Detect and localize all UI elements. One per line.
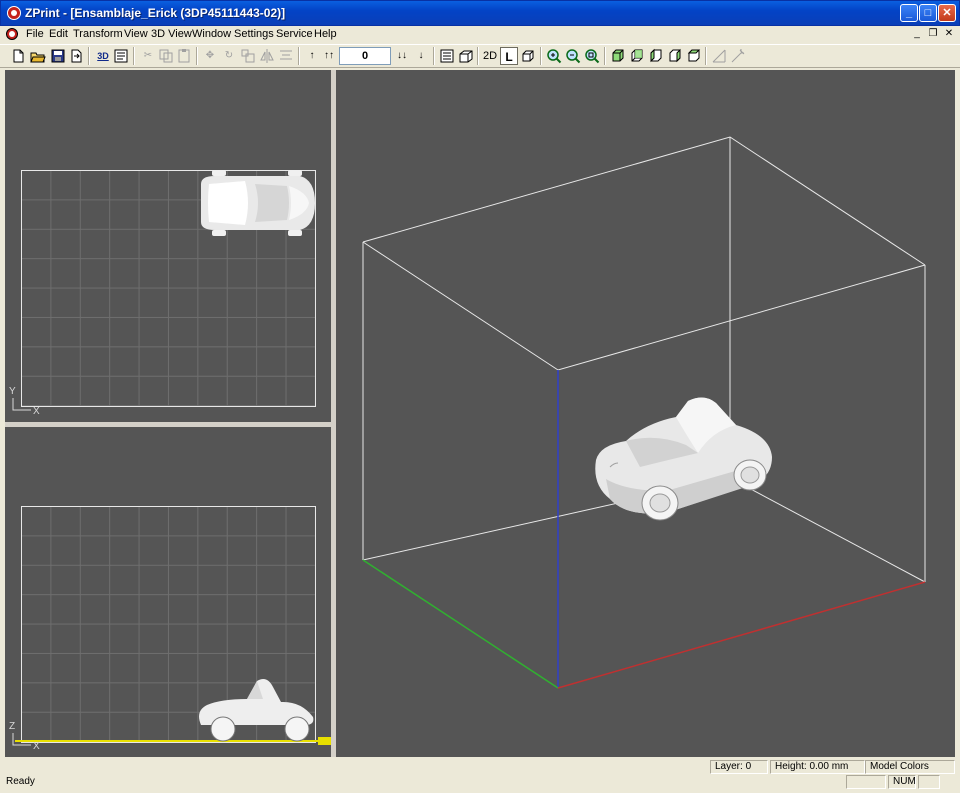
wand-icon[interactable] (729, 47, 747, 65)
copy-icon[interactable] (157, 47, 175, 65)
status-height: Height: 0.00 mm (770, 760, 865, 774)
mdi-close-button[interactable]: ✕ (942, 28, 956, 40)
view-right-icon[interactable] (666, 47, 684, 65)
toolbar-separator (477, 47, 479, 65)
status-scrl-slot (918, 775, 940, 789)
front-view-panel[interactable]: Z X (5, 427, 331, 757)
axis-label-x-top: X (33, 406, 40, 417)
zoom-in-icon[interactable] (545, 47, 563, 65)
menu-window[interactable]: Window (192, 28, 231, 40)
zoom-out-icon[interactable] (564, 47, 582, 65)
status-caps-slot (846, 775, 886, 789)
minimize-button[interactable]: _ (900, 4, 918, 22)
zprint-app-icon[interactable] (7, 6, 21, 20)
document-icon[interactable] (6, 28, 18, 40)
axis-y-line (362, 559, 559, 689)
toolbar: 3D ✂ ✥ ↻ ↑ ↑↑ 0 ↓↓ ↓ 2D L (0, 44, 960, 68)
toolbar-separator (705, 47, 707, 65)
top-view-panel[interactable]: Y X (5, 70, 331, 422)
car-model-top[interactable] (195, 170, 320, 240)
toolbar-separator (298, 47, 300, 65)
car-model-3d[interactable] (586, 395, 776, 525)
toolbar-separator (133, 47, 135, 65)
mdi-minimize-button[interactable]: _ (910, 28, 924, 40)
new-file-icon[interactable] (9, 47, 27, 65)
layer-bottom-icon[interactable]: ↓↓ (393, 47, 411, 65)
status-bar: Layer: 0 Height: 0.00 mm Model Colors Re… (0, 757, 960, 793)
align-icon[interactable] (277, 47, 295, 65)
rotate-icon[interactable]: ↻ (220, 47, 238, 65)
menu-view[interactable]: View (124, 28, 148, 40)
layer-input[interactable]: 0 (339, 47, 391, 65)
paste-icon[interactable] (175, 47, 193, 65)
scale-icon[interactable] (239, 47, 257, 65)
menu-bar: File Edit Transform View 3D View Window … (0, 26, 960, 44)
save-icon[interactable] (49, 47, 67, 65)
measure-icon[interactable] (710, 47, 728, 65)
box-view-icon[interactable] (457, 47, 475, 65)
mirror-icon[interactable] (258, 47, 276, 65)
move-icon[interactable]: ✥ (201, 47, 219, 65)
3d-print-icon[interactable]: 3D (94, 47, 112, 65)
axis-gizmo-top (12, 398, 31, 411)
status-ready: Ready (6, 776, 35, 787)
view-2d-button[interactable]: 2D (481, 47, 499, 65)
axis-label-y-top: Y (9, 386, 16, 397)
view-3d-button[interactable] (519, 47, 537, 65)
toolbar-separator (540, 47, 542, 65)
zoom-fit-icon[interactable] (583, 47, 601, 65)
view-front-icon[interactable] (609, 47, 627, 65)
cut-icon[interactable]: ✂ (139, 47, 157, 65)
toolbar-separator (604, 47, 606, 65)
window-title: ZPrint - [Ensamblaje_Erick (3DP45111443-… (25, 6, 286, 20)
view-top-icon[interactable] (685, 47, 703, 65)
status-num: NUM (888, 775, 916, 789)
import-icon[interactable] (67, 47, 85, 65)
status-layer: Layer: 0 (710, 760, 768, 774)
menu-file[interactable]: File (26, 28, 44, 40)
axis-label-x-front: X (33, 741, 40, 752)
title-bar: ZPrint - [Ensamblaje_Erick (3DP45111443-… (0, 0, 960, 26)
menu-settings[interactable]: Settings (234, 28, 274, 40)
layer-down-icon[interactable]: ↓ (412, 47, 430, 65)
menu-service[interactable]: Service (276, 28, 313, 40)
toolbar-separator (196, 47, 198, 65)
view-back-icon[interactable] (628, 47, 646, 65)
open-folder-icon[interactable] (29, 47, 47, 65)
maximize-button[interactable]: □ (919, 4, 937, 22)
3d-view-panel[interactable] (336, 70, 955, 757)
slice-view-icon[interactable] (438, 47, 456, 65)
view-l-button[interactable]: L (500, 47, 518, 65)
axis-label-z-front: Z (9, 721, 16, 732)
properties-icon[interactable] (112, 47, 130, 65)
layer-up-icon[interactable]: ↑ (303, 47, 321, 65)
axis-gizmo-front (12, 733, 31, 746)
status-model-colors: Model Colors (865, 760, 955, 774)
mdi-restore-button[interactable]: ❐ (926, 28, 940, 40)
close-button[interactable]: ✕ (938, 4, 956, 22)
menu-edit[interactable]: Edit (49, 28, 68, 40)
menu-3d-view[interactable]: 3D View (151, 28, 192, 40)
car-model-front[interactable] (195, 677, 320, 747)
toolbar-separator (433, 47, 435, 65)
view-left-icon[interactable] (647, 47, 665, 65)
menu-help[interactable]: Help (314, 28, 337, 40)
axis-x-line (557, 581, 926, 689)
toolbar-separator (88, 47, 90, 65)
menu-transform[interactable]: Transform (73, 28, 123, 40)
layer-top-icon[interactable]: ↑↑ (320, 47, 338, 65)
